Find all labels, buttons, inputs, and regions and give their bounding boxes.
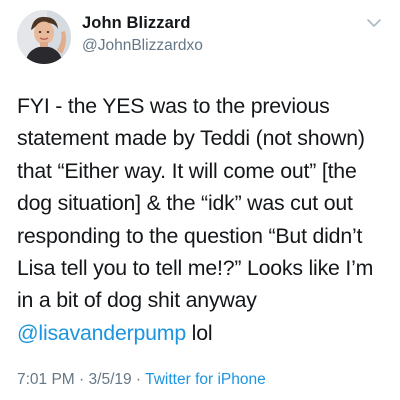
tweet-source-link[interactable]: Twitter for iPhone (145, 371, 266, 388)
tweet-text: FYI - the YES was to the previous statem… (17, 90, 389, 349)
tweet-text-line: responding to the question “But didn’t (17, 223, 363, 248)
tweet-text-line: Lisa tell you to tell me!?” Looks like I… (17, 256, 374, 281)
tweet-text-line: that “Either way. It will come out” [the (17, 158, 357, 183)
tweet-text-line: statement made by Teddi (not shown) (17, 126, 365, 151)
tweet-text-line: in a bit of dog shit anyway (17, 288, 257, 313)
tweet-trailing-text: lol (185, 320, 213, 345)
author-name[interactable]: John Blizzard (82, 14, 191, 33)
chevron-down-icon[interactable] (366, 16, 382, 28)
author-handle[interactable]: @JohnBlizzardxo (82, 37, 203, 55)
tweet-metadata: 7:01 PM · 3/5/19 · Twitter for iPhone (17, 371, 266, 389)
tweet-card: John Blizzard @JohnBlizzardxo FYI - the … (0, 0, 400, 400)
avatar-photo (17, 10, 71, 64)
tweet-text-line: FYI - the YES was to the previous (17, 94, 330, 118)
meta-separator: · (74, 371, 89, 388)
mention-link[interactable]: @lisavanderpump (17, 321, 186, 345)
avatar[interactable] (17, 10, 71, 64)
tweet-text-line: dog situation] & the “idk” was cut out (17, 191, 353, 216)
meta-separator: · (131, 371, 146, 388)
tweet-date[interactable]: 3/5/19 (89, 371, 132, 388)
tweet-text-last-line: @lisavanderpump lol (17, 317, 389, 349)
tweet-time[interactable]: 7:01 PM (17, 371, 75, 388)
